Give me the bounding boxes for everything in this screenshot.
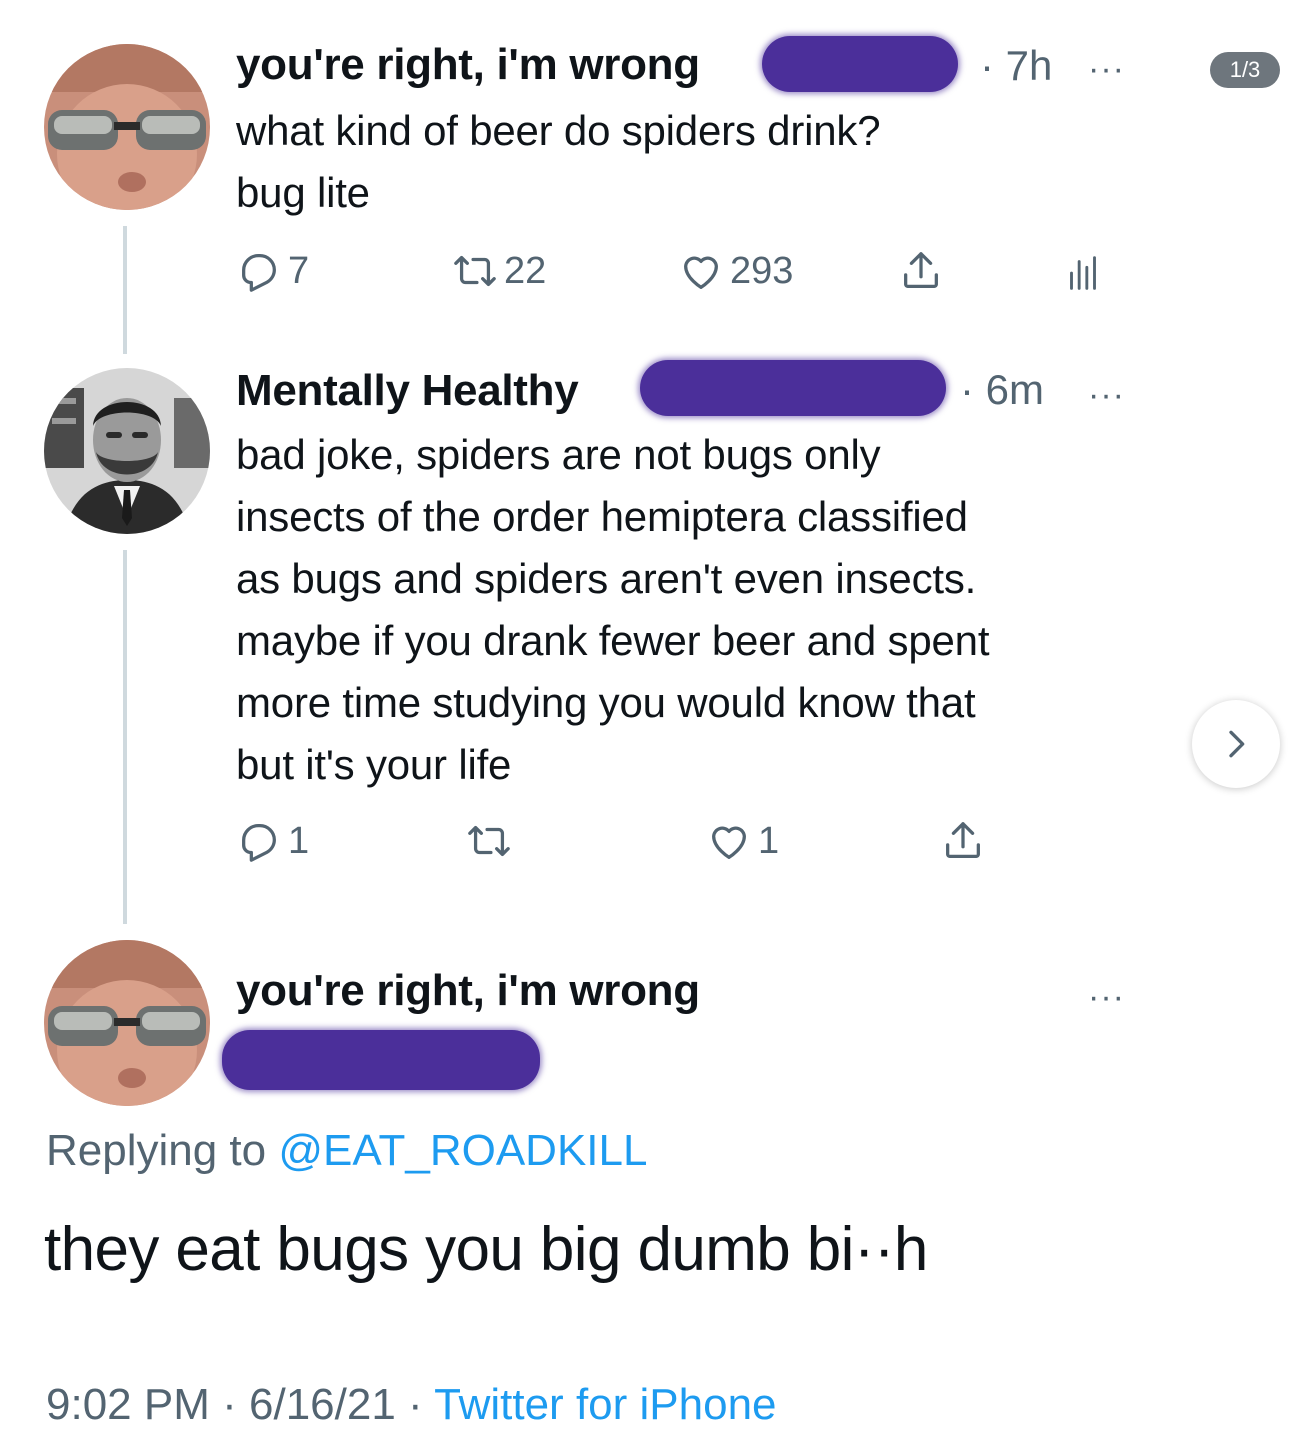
like-icon — [712, 826, 746, 859]
avatar-photo — [44, 44, 210, 210]
author-name[interactable]: you're right, i'm wrong — [236, 966, 700, 1016]
tweet-text-line: what kind of beer do spiders drink? — [236, 107, 881, 154]
replying-to-label: Replying to — [46, 1126, 267, 1175]
like-icon — [684, 256, 718, 289]
redacted-handle — [640, 360, 946, 416]
author-name[interactable]: Mentally Healthy — [236, 366, 579, 416]
like-button[interactable]: 293 — [678, 248, 793, 294]
reply-button[interactable]: 1 — [236, 818, 309, 864]
reply-icon — [242, 254, 276, 292]
retweet-button[interactable] — [466, 818, 518, 864]
avatar-photo — [44, 368, 210, 534]
more-options-icon[interactable]: ··· — [1088, 378, 1125, 412]
tweet-text-line: bad joke, spiders are not bugs only — [236, 431, 881, 478]
retweet-button[interactable]: 22 — [452, 248, 546, 294]
tweet-text-line: more time studying you would know that — [236, 679, 976, 726]
like-count: 293 — [730, 249, 794, 292]
thread-line — [123, 550, 127, 924]
next-button[interactable] — [1192, 700, 1280, 788]
redacted-handle — [762, 36, 958, 92]
analytics-icon — [1070, 256, 1096, 290]
like-button[interactable]: 1 — [706, 818, 779, 864]
tweet-text-line: maybe if you drank fewer beer and spent — [236, 617, 990, 664]
reply-count: 7 — [288, 249, 310, 292]
analytics-button[interactable] — [1060, 250, 1106, 296]
reply-count: 1 — [288, 819, 310, 862]
retweet-icon — [468, 825, 510, 857]
tweet-time[interactable]: · 6m — [960, 366, 1044, 414]
reply-button[interactable]: 7 — [236, 248, 309, 294]
separator: · — [222, 1380, 237, 1429]
author-name[interactable]: you're right, i'm wrong — [236, 40, 700, 90]
main-tweet-text: they eat bugs you big dumb bi··h — [44, 1215, 928, 1284]
replying-to-handle[interactable]: @EAT_ROADKILL — [278, 1126, 647, 1175]
media-pager-badge: 1/3 — [1210, 52, 1280, 88]
tweet-metadata: 9:02 PM · 6/16/21 · Twitter for iPhone — [46, 1380, 777, 1430]
separator: · — [408, 1380, 423, 1429]
tweet-source[interactable]: Twitter for iPhone — [434, 1380, 776, 1429]
chevron-right-icon — [1229, 730, 1245, 758]
reply-icon — [242, 824, 276, 862]
avatar[interactable] — [44, 940, 210, 1106]
tweet-time[interactable]: · 7h — [980, 42, 1052, 90]
retweet-icon — [454, 255, 496, 287]
retweet-count: 22 — [504, 249, 547, 292]
tweet-text-line: but it's your life — [236, 741, 512, 788]
avatar[interactable] — [44, 368, 210, 534]
share-icon — [904, 252, 938, 288]
redacted-handle — [222, 1030, 540, 1090]
like-count: 1 — [758, 819, 780, 862]
more-options-icon[interactable]: ··· — [1088, 980, 1125, 1014]
avatar-photo — [44, 940, 210, 1106]
tweet-date[interactable]: 6/16/21 — [249, 1380, 396, 1429]
share-button[interactable] — [940, 818, 986, 864]
tweet-text: bad joke, spiders are not bugs only inse… — [236, 424, 1156, 796]
replying-to: Replying to @EAT_ROADKILL — [46, 1126, 647, 1176]
tweet-text-line: as bugs and spiders aren't even insects. — [236, 555, 977, 602]
tweet-time[interactable]: 9:02 PM — [46, 1380, 210, 1429]
tweet-text: what kind of beer do spiders drink? bug … — [236, 100, 1136, 224]
share-button[interactable] — [898, 248, 944, 294]
tweet-text-line: insects of the order hemiptera classifie… — [236, 493, 968, 540]
more-options-icon[interactable]: ··· — [1088, 52, 1125, 86]
share-icon — [946, 822, 980, 858]
avatar[interactable] — [44, 44, 210, 210]
thread-line — [123, 226, 127, 354]
tweet-text-line: bug lite — [236, 169, 370, 216]
